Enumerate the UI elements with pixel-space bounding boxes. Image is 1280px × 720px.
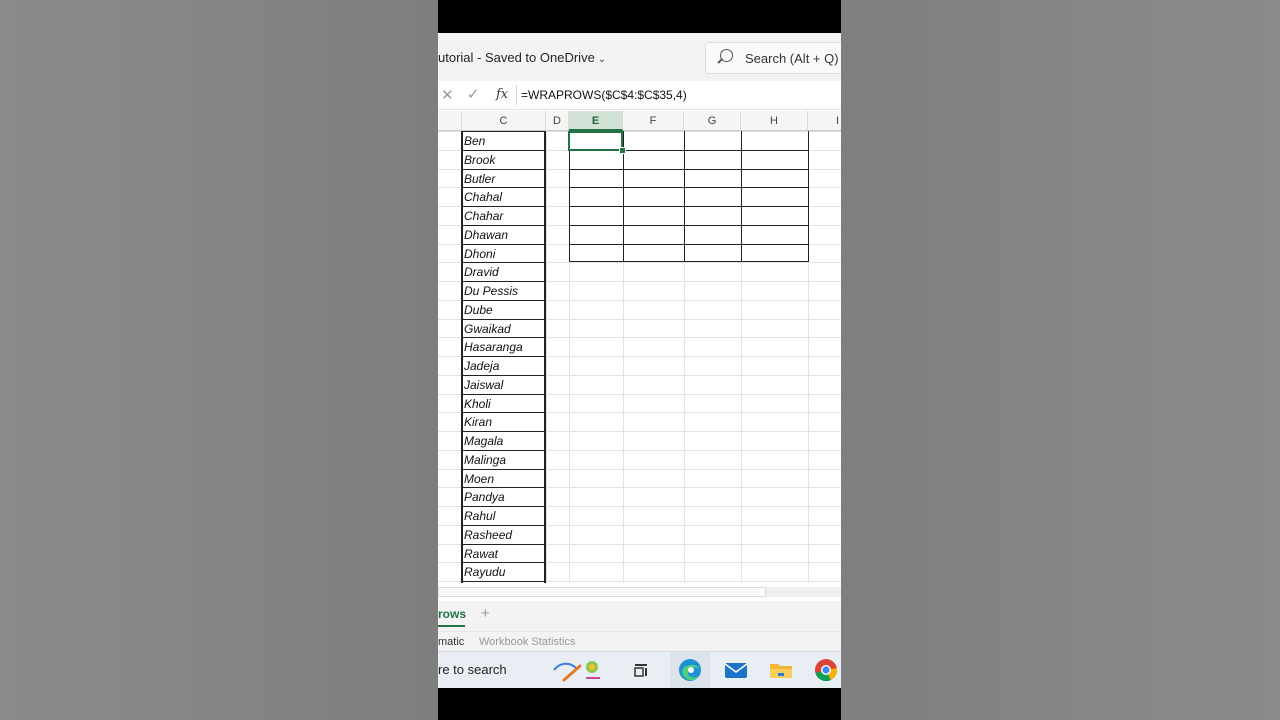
name-cell[interactable]: Kiran [462, 413, 545, 431]
edge-icon [679, 659, 701, 681]
document-title[interactable]: utorial - Saved to OneDrive ⌄ [438, 50, 606, 65]
selected-cell-e4[interactable] [568, 131, 623, 151]
name-cell[interactable]: Dube [462, 301, 545, 319]
status-bar: matic Workbook Statistics [438, 631, 841, 652]
sheet-tab-bar: rows + [438, 601, 841, 631]
task-view-button[interactable] [620, 652, 660, 688]
name-cell[interactable]: Gwaikad [462, 320, 545, 338]
name-cell[interactable]: Rahul [462, 507, 545, 525]
names-cell-border [462, 581, 546, 582]
workbook-statistics[interactable]: Workbook Statistics [479, 636, 575, 648]
name-cell[interactable]: Rawat [462, 545, 545, 563]
name-cell[interactable]: Magala [462, 432, 545, 450]
name-cell[interactable]: Kholi [462, 395, 545, 413]
name-cell[interactable]: Dravid [462, 263, 545, 281]
column-header-i[interactable]: I [808, 111, 841, 131]
name-cell[interactable]: Butler [462, 170, 545, 188]
chevron-down-icon: ⌄ [597, 54, 607, 65]
output-range-row-line [569, 206, 809, 207]
chrome-taskbar-button[interactable] [806, 652, 841, 688]
excel-window: utorial - Saved to OneDrive ⌄ Search (Alt… [438, 33, 841, 688]
worksheet-grid[interactable]: C D E F G H I Ben Brook Butler Chahal Ch… [438, 111, 841, 583]
column-header-c[interactable]: C [462, 111, 546, 131]
formula-bar: ✕ ✓ fx =WRAPROWS($C$4:$C$35,4) [438, 81, 841, 110]
name-cell[interactable]: Dhawan [462, 226, 545, 244]
column-header-g[interactable]: G [684, 111, 741, 131]
video-blur-left [0, 0, 438, 720]
name-cell[interactable]: Chahal [462, 188, 545, 206]
gridline-vertical [546, 131, 547, 583]
document-title-text: utorial - Saved to OneDrive [438, 50, 595, 65]
enter-icon[interactable]: ✓ [467, 85, 480, 103]
name-cell[interactable]: Rayudu [462, 563, 545, 581]
column-header-f[interactable]: F [623, 111, 684, 131]
insert-function-icon[interactable]: fx [496, 87, 508, 102]
name-cell[interactable]: Ben [462, 132, 545, 150]
calculation-mode[interactable]: matic [438, 636, 464, 648]
output-range-row-line [569, 169, 809, 170]
mail-icon [724, 663, 748, 678]
mail-taskbar-button[interactable] [716, 652, 756, 688]
active-sheet-indicator [438, 625, 465, 627]
task-view-icon [634, 664, 647, 677]
column-header-h[interactable]: H [741, 111, 808, 131]
chrome-icon [815, 659, 838, 682]
name-cell[interactable]: Moen [462, 470, 545, 488]
search-highlight-doodle-icon [553, 661, 600, 682]
search-box[interactable]: Search (Alt + Q) [705, 42, 841, 74]
folder-icon [770, 664, 792, 678]
output-range-row-line [569, 244, 809, 245]
output-range-row-line [569, 187, 809, 188]
name-cell[interactable]: Rasheed [462, 526, 545, 544]
phone-frame: utorial - Saved to OneDrive ⌄ Search (Alt… [438, 0, 841, 720]
horizontal-scrollbar[interactable] [438, 583, 841, 601]
name-cell[interactable]: Jadeja [462, 357, 545, 375]
add-sheet-button[interactable]: + [481, 605, 490, 622]
name-cell[interactable]: Dhoni [462, 245, 545, 263]
name-cell[interactable]: Brook [462, 151, 545, 169]
column-header-e[interactable]: E [569, 111, 623, 131]
fill-handle[interactable] [619, 147, 626, 154]
name-cell[interactable]: Chahar [462, 207, 545, 225]
windows-taskbar: re to search [438, 651, 841, 688]
title-bar: utorial - Saved to OneDrive ⌄ Search (Alt… [438, 33, 841, 82]
name-cell[interactable]: Hasaranga [462, 338, 545, 356]
column-header-d[interactable]: D [546, 111, 569, 131]
cancel-icon[interactable]: ✕ [441, 86, 454, 104]
sheet-tab-rows[interactable]: rows [438, 607, 466, 621]
search-placeholder: Search (Alt + Q) [745, 51, 839, 66]
scrollbar-thumb[interactable] [438, 587, 766, 597]
name-cell[interactable]: Pandya [462, 488, 545, 506]
formula-input[interactable]: =WRAPROWS($C$4:$C$35,4) [521, 88, 687, 102]
name-cell[interactable]: Jaiswal [462, 376, 545, 394]
search-icon [720, 49, 733, 62]
file-explorer-taskbar-button[interactable] [761, 652, 801, 688]
column-header-blank [438, 111, 462, 131]
output-range-row-line [569, 225, 809, 226]
video-blur-right [841, 0, 1280, 720]
name-cell[interactable]: Malinga [462, 451, 545, 469]
taskbar-search[interactable]: re to search [438, 662, 507, 677]
edge-taskbar-button[interactable] [670, 652, 710, 688]
name-cell[interactable]: Du Pessis [462, 282, 545, 300]
formula-bar-separator [516, 85, 517, 105]
